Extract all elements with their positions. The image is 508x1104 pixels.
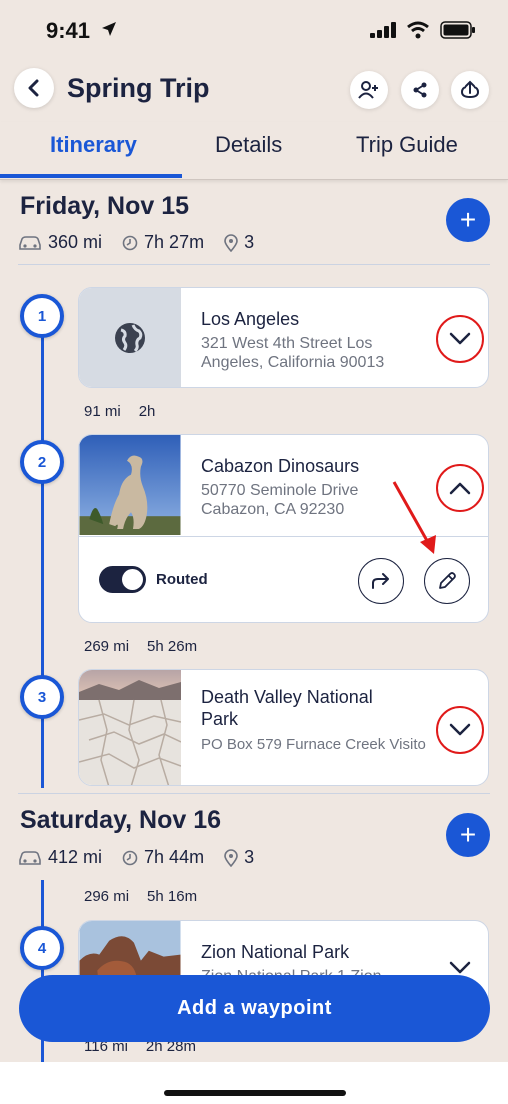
day-title: Saturday, Nov 16 <box>20 806 222 834</box>
death-valley-photo <box>79 670 181 785</box>
chevron-down-icon <box>449 723 471 736</box>
routed-toggle[interactable] <box>99 566 146 593</box>
add-waypoint-button[interactable]: Add a waypoint <box>19 975 490 1042</box>
stop-number-badge: 1 <box>20 294 64 338</box>
chevron-down-icon <box>449 332 471 345</box>
chevron-left-icon <box>28 79 39 97</box>
status-bar: 9:41 <box>0 0 508 62</box>
plus-icon: + <box>459 204 477 235</box>
add-person-icon <box>358 81 378 99</box>
tab-trip-guide[interactable]: Trip Guide <box>356 132 458 158</box>
battery-icon <box>440 21 475 39</box>
tab-details[interactable]: Details <box>215 132 282 158</box>
stop-card-death-valley[interactable]: Death Valley National Park PO Box 579 Fu… <box>78 669 489 786</box>
forward-arrow-icon <box>372 573 389 589</box>
status-time: 9:41 <box>46 18 91 43</box>
clock-icon <box>122 235 138 250</box>
globe-placeholder <box>79 288 181 387</box>
day-distance: 412 mi <box>48 847 103 867</box>
leg-duration: 5h 26m <box>147 638 198 655</box>
day-stop-count: 3 <box>244 847 255 867</box>
globe-icon <box>115 323 145 353</box>
chevron-up-icon <box>449 482 471 495</box>
tab-bar: Itinerary Details Trip Guide <box>0 122 508 180</box>
car-icon <box>19 235 41 250</box>
add-stop-button[interactable]: + <box>446 198 490 242</box>
map-pin-icon <box>224 233 238 252</box>
add-traveler-button[interactable] <box>350 71 388 109</box>
stop-name: Death Valley National Park <box>201 687 373 729</box>
expand-button[interactable] <box>436 315 484 363</box>
stop-name: Los Angeles <box>201 309 300 329</box>
map-pin-icon <box>224 848 238 867</box>
expand-button[interactable] <box>436 706 484 754</box>
leg-info: 296 mi 5h 16m <box>84 888 215 905</box>
stop-name: Zion National Park <box>201 942 350 962</box>
toggle-knob <box>122 569 143 590</box>
day-stats: 412 mi 7h 44m 3 <box>18 847 274 868</box>
add-stop-button[interactable]: + <box>446 813 490 857</box>
location-arrow-icon <box>102 22 116 36</box>
edit-button[interactable] <box>424 558 470 604</box>
toggle-label: Routed <box>156 571 208 588</box>
divider <box>18 264 490 265</box>
annotation-arrow-icon <box>392 481 436 554</box>
day-duration: 7h 44m <box>144 847 205 867</box>
clock-icon <box>122 850 138 865</box>
stop-number-badge: 3 <box>20 675 64 719</box>
app-header: Spring Trip <box>0 62 508 118</box>
directions-button[interactable] <box>358 558 404 604</box>
day-title: Friday, Nov 15 <box>20 192 190 220</box>
share-button[interactable] <box>401 71 439 109</box>
stop-name: Cabazon Dinosaurs <box>201 456 360 476</box>
home-indicator-area <box>0 1062 508 1104</box>
back-button[interactable] <box>14 68 54 108</box>
dinosaur-photo <box>79 435 181 535</box>
leg-distance: 91 mi <box>84 403 121 420</box>
chevron-down-icon <box>449 961 471 974</box>
stop-number-badge: 2 <box>20 440 64 484</box>
leg-duration: 5h 16m <box>147 888 198 905</box>
plus-icon: + <box>459 819 477 850</box>
page-title: Spring Trip <box>67 73 210 103</box>
share-icon <box>413 82 427 98</box>
stop-number-badge: 4 <box>20 926 64 970</box>
day-duration: 7h 27m <box>144 232 205 252</box>
export-icon <box>460 80 480 99</box>
home-indicator[interactable] <box>164 1090 346 1096</box>
leg-info: 91 mi 2h <box>84 403 173 420</box>
stop-card-los-angeles[interactable]: Los Angeles 321 West 4th Street Los Ange… <box>78 287 489 388</box>
car-icon <box>19 850 41 865</box>
wifi-icon <box>407 21 429 39</box>
signal-icon <box>370 22 396 38</box>
leg-info: 269 mi 5h 26m <box>84 638 215 655</box>
stop-address: 321 West 4th Street Los Angeles, Califor… <box>201 335 385 371</box>
day-stats: 360 mi 7h 27m 3 <box>18 232 274 253</box>
export-button[interactable] <box>451 71 489 109</box>
active-tab-indicator <box>0 174 182 178</box>
tab-itinerary[interactable]: Itinerary <box>50 132 137 158</box>
leg-distance: 296 mi <box>84 888 130 905</box>
leg-duration: 2h <box>138 403 156 420</box>
day-distance: 360 mi <box>48 232 103 252</box>
stop-address: PO Box 579 Furnace Creek Visitor Center … <box>201 736 426 753</box>
pencil-icon <box>439 572 456 589</box>
day-stop-count: 3 <box>244 232 255 252</box>
divider <box>18 793 490 794</box>
leg-distance: 269 mi <box>84 638 130 655</box>
